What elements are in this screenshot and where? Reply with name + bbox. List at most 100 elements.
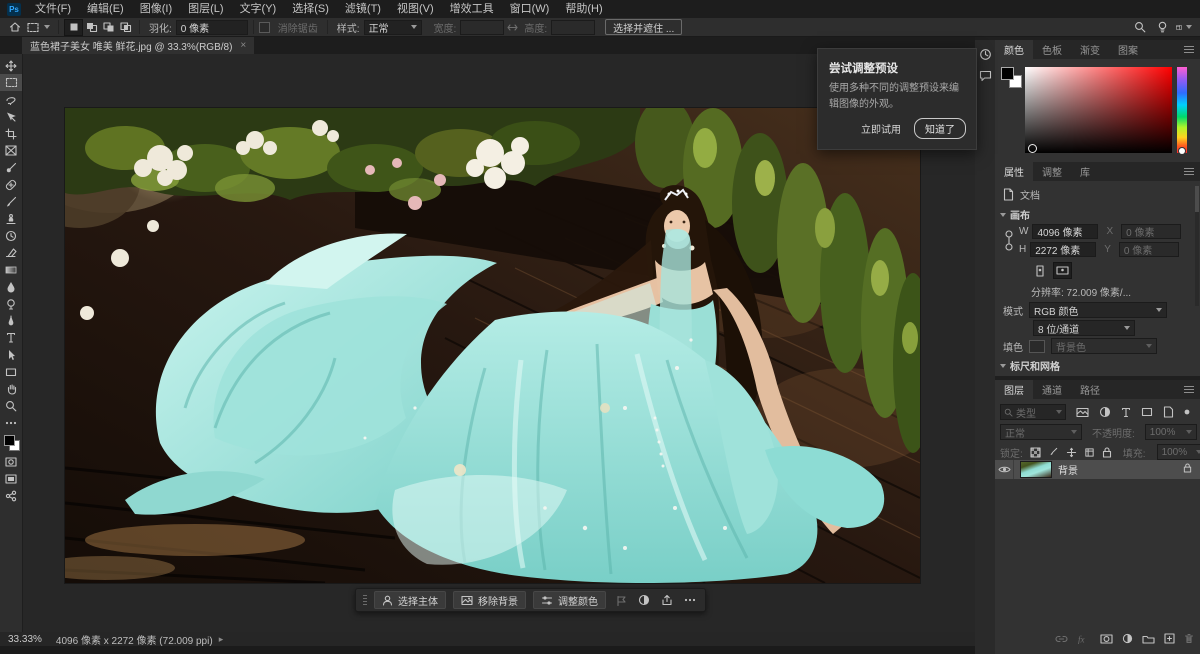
properties-scrollbar[interactable] <box>1195 186 1199 306</box>
tab-channels[interactable]: 通道 <box>1033 380 1071 399</box>
taskbar-drag-handle[interactable] <box>363 595 367 605</box>
menu-filter[interactable]: 滤镜(T) <box>337 0 389 18</box>
select-and-mask-button[interactable]: 选择并遮住 ... <box>605 19 682 35</box>
home-icon[interactable] <box>7 19 23 35</box>
foreground-background-swatches[interactable] <box>4 435 18 449</box>
menu-select[interactable]: 选择(S) <box>284 0 337 18</box>
link-layers-icon[interactable] <box>1055 635 1068 643</box>
comments-panel-icon[interactable] <box>977 68 993 84</box>
adjustment-preset-icon[interactable] <box>636 592 652 608</box>
lasso-tool[interactable] <box>0 91 22 108</box>
intersect-selection-mode-icon[interactable] <box>117 20 134 35</box>
menu-edit[interactable]: 编辑(E) <box>79 0 132 18</box>
share-icon[interactable] <box>0 487 22 504</box>
blend-mode-dropdown[interactable]: 正常 <box>1000 424 1082 440</box>
export-icon[interactable] <box>659 592 675 608</box>
tab-layers[interactable]: 图层 <box>995 380 1033 399</box>
fill-opacity-field[interactable]: 100% <box>1157 444 1200 460</box>
menu-window[interactable]: 窗口(W) <box>502 0 558 18</box>
rulers-grid-section-header[interactable]: 标尺和网格 <box>1001 358 1060 373</box>
gradient-tool[interactable] <box>0 261 22 278</box>
hue-slider-cursor[interactable] <box>1179 148 1185 154</box>
blur-tool[interactable] <box>0 278 22 295</box>
menu-help[interactable]: 帮助(H) <box>557 0 610 18</box>
quick-mask-icon[interactable] <box>0 453 22 470</box>
feather-input[interactable]: 0 像素 <box>176 20 248 35</box>
select-subject-button[interactable]: 选择主体 <box>374 591 446 609</box>
filter-type-layers-icon[interactable] <box>1121 407 1131 418</box>
subtract-selection-mode-icon[interactable] <box>100 20 117 35</box>
lock-position-icon[interactable] <box>1066 447 1077 458</box>
color-mode-dropdown[interactable]: RGB 颜色 <box>1029 302 1167 318</box>
tab-patterns[interactable]: 图案 <box>1109 40 1147 59</box>
menu-image[interactable]: 图像(I) <box>132 0 180 18</box>
shape-tool[interactable] <box>0 363 22 380</box>
color-panel-swatches[interactable] <box>1001 67 1023 89</box>
hand-tool[interactable] <box>0 380 22 397</box>
tab-color[interactable]: 颜色 <box>995 40 1033 59</box>
eraser-tool[interactable] <box>0 244 22 261</box>
brush-tool[interactable] <box>0 193 22 210</box>
menu-file[interactable]: 文件(F) <box>27 0 79 18</box>
path-selection-tool[interactable] <box>0 346 22 363</box>
color-picker-field[interactable] <box>1025 67 1172 153</box>
fill-dropdown[interactable]: 背景色 <box>1051 338 1157 354</box>
status-chevron-icon[interactable]: ▸ <box>219 634 224 645</box>
foreground-color-swatch[interactable] <box>4 435 15 446</box>
history-brush-tool[interactable] <box>0 227 22 244</box>
canvas-image[interactable] <box>65 108 920 583</box>
remove-background-button[interactable]: 移除背景 <box>453 591 526 609</box>
portrait-orientation-icon[interactable] <box>1031 263 1048 278</box>
layer-thumbnail[interactable] <box>1020 461 1052 478</box>
fill-color-swatch[interactable] <box>1029 340 1045 353</box>
menu-view[interactable]: 视图(V) <box>389 0 442 18</box>
frame-tool[interactable] <box>0 142 22 159</box>
filter-toggle-icon[interactable] <box>1184 409 1190 415</box>
current-tool-icon[interactable] <box>23 19 53 35</box>
zoom-level-field[interactable]: 33.33% <box>8 634 42 645</box>
tab-paths[interactable]: 路径 <box>1071 380 1109 399</box>
layer-lock-icon[interactable] <box>1183 463 1192 476</box>
link-dimensions-icon[interactable] <box>504 19 520 35</box>
object-selection-tool[interactable] <box>0 108 22 125</box>
canvas-y-input[interactable]: 0 像素 <box>1119 242 1179 257</box>
menu-layer[interactable]: 图层(L) <box>180 0 231 18</box>
color-field-cursor[interactable] <box>1028 144 1037 153</box>
layer-name[interactable]: 背景 <box>1058 462 1078 477</box>
add-selection-mode-icon[interactable] <box>83 20 100 35</box>
tab-swatches[interactable]: 色板 <box>1033 40 1071 59</box>
new-layer-icon[interactable] <box>1164 633 1175 644</box>
filter-pixel-layers-icon[interactable] <box>1076 407 1089 418</box>
filter-shape-layers-icon[interactable] <box>1141 407 1153 417</box>
layer-effects-icon[interactable]: fx <box>1077 634 1091 644</box>
add-adjustment-layer-icon[interactable] <box>1122 633 1133 644</box>
tab-libraries[interactable]: 库 <box>1071 162 1099 181</box>
width-input[interactable] <box>460 20 504 35</box>
adjust-color-button[interactable]: 调整颜色 <box>533 591 606 609</box>
document-tab[interactable]: 蓝色裙子美女 唯美 鲜花.jpg @ 33.3%(RGB/8) × <box>22 36 254 54</box>
filter-adjustment-layers-icon[interactable] <box>1099 406 1111 418</box>
eyedropper-tool[interactable] <box>0 159 22 176</box>
pen-tool[interactable] <box>0 312 22 329</box>
discover-icon[interactable] <box>1154 19 1170 35</box>
filter-smart-objects-icon[interactable] <box>1163 406 1174 418</box>
layer-row-background[interactable]: 背景 <box>995 460 1200 479</box>
canvas-height-input[interactable]: 2272 像素 <box>1030 242 1096 257</box>
layer-filter-search[interactable]: 类型 <box>1000 404 1066 420</box>
new-selection-mode-icon[interactable] <box>64 19 83 36</box>
layer-visibility-eye-icon[interactable] <box>995 460 1014 479</box>
type-tool[interactable] <box>0 329 22 346</box>
search-icon[interactable] <box>1132 19 1148 35</box>
panel-menu-icon[interactable] <box>1184 40 1200 59</box>
workspace-icon[interactable] <box>1176 19 1192 35</box>
delete-layer-icon[interactable] <box>1184 633 1194 644</box>
add-layer-mask-icon[interactable] <box>1100 634 1113 644</box>
screen-mode-icon[interactable] <box>0 470 22 487</box>
feedback-icon[interactable] <box>613 592 629 608</box>
tab-properties[interactable]: 属性 <box>995 162 1033 181</box>
healing-brush-tool[interactable] <box>0 176 22 193</box>
bit-depth-dropdown[interactable]: 8 位/通道 <box>1033 320 1135 336</box>
rectangular-marquee-tool[interactable] <box>0 74 22 91</box>
new-group-icon[interactable] <box>1142 634 1155 644</box>
clone-stamp-tool[interactable] <box>0 210 22 227</box>
